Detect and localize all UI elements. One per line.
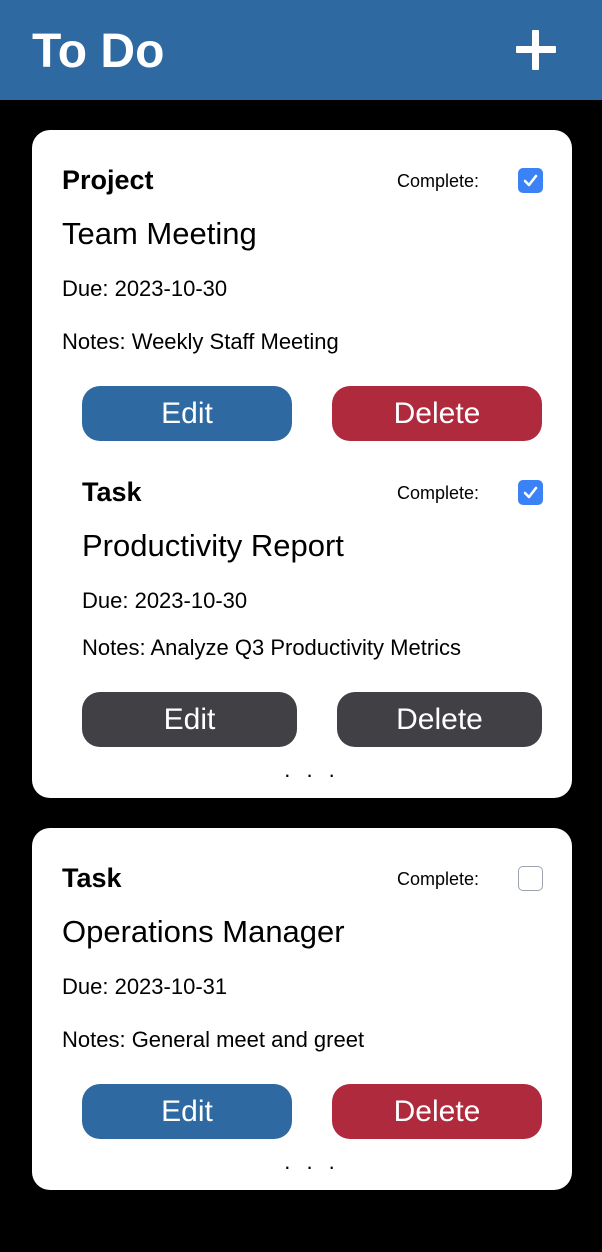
item-due-date: Due: 2023-10-31	[62, 974, 228, 999]
app-title: To Do	[32, 25, 165, 78]
complete-label: Complete:	[397, 869, 480, 889]
item-due-date: Due: 2023-10-30	[62, 276, 228, 301]
subtask-complete-label: Complete:	[397, 483, 480, 503]
subtask-type: Task	[82, 477, 142, 507]
delete-button[interactable]: Delete	[332, 386, 542, 441]
subtask-notes: Notes: Analyze Q3 Productivity Metrics	[82, 635, 462, 660]
item-title: Team Meeting	[62, 216, 257, 251]
complete-checkbox[interactable]	[518, 866, 543, 891]
item-notes: Notes: General meet and greet	[62, 1027, 365, 1052]
subtask-delete-button[interactable]: Delete	[337, 692, 542, 747]
complete-label: Complete:	[397, 171, 480, 191]
item-type: Project	[62, 165, 154, 195]
complete-checkbox[interactable]	[518, 168, 543, 193]
subtask-title: Productivity Report	[82, 528, 344, 563]
edit-button[interactable]: Edit	[82, 386, 292, 441]
subtask-due-date: Due: 2023-10-30	[82, 588, 248, 613]
subtask-complete-checkbox[interactable]	[518, 480, 543, 505]
app-header: To Do	[0, 0, 602, 100]
edit-button[interactable]: Edit	[82, 1084, 292, 1139]
subtask-edit-button[interactable]: Edit	[82, 692, 297, 747]
checkmark-icon	[523, 174, 538, 187]
item-title: Operations Manager	[62, 914, 345, 949]
delete-button[interactable]: Delete	[332, 1084, 542, 1139]
more-ellipsis[interactable]: . . .	[282, 759, 342, 781]
checkmark-icon	[523, 486, 538, 499]
task-card: Task Complete: Operations Manager Due: 2…	[32, 828, 572, 1190]
item-notes: Notes: Weekly Staff Meeting	[62, 329, 339, 354]
add-item-button[interactable]	[512, 26, 560, 74]
more-ellipsis[interactable]: . . .	[282, 1151, 342, 1173]
item-type: Task	[62, 863, 122, 893]
project-card: Project Complete: Team Meeting Due: 2023…	[32, 130, 572, 798]
